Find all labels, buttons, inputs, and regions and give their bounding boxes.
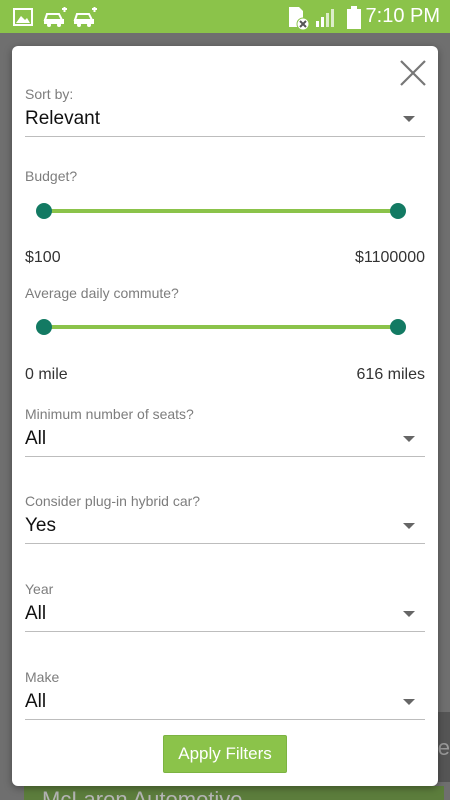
close-icon <box>400 60 426 86</box>
commute-min-value: 0 mile <box>25 366 68 383</box>
budget-slider-track <box>44 209 398 213</box>
status-bar: 7:10 PM <box>0 0 450 33</box>
seats-select[interactable]: All <box>25 425 425 457</box>
close-button[interactable] <box>398 58 428 88</box>
background-list-item-label: McLaren Automotive <box>42 787 243 800</box>
signal-icon <box>314 6 340 33</box>
chevron-down-icon <box>403 523 415 529</box>
car-icon <box>42 6 68 33</box>
commute-label: Average daily commute? <box>25 285 179 301</box>
seats-value: All <box>25 428 47 449</box>
budget-min-value: $100 <box>25 249 61 266</box>
status-time: 7:10 PM <box>365 5 440 27</box>
seats-label: Minimum number of seats? <box>25 406 194 422</box>
sort-by-select[interactable]: Relevant <box>25 105 425 137</box>
commute-slider[interactable] <box>36 316 406 338</box>
car-icon <box>72 6 98 33</box>
background-side-text: e <box>437 735 450 760</box>
plugin-hybrid-value: Yes <box>25 515 56 536</box>
make-label: Make <box>25 669 60 685</box>
commute-max-thumb[interactable] <box>390 319 406 335</box>
chevron-down-icon <box>403 611 415 617</box>
sim-error-icon <box>286 6 310 35</box>
plugin-hybrid-label: Consider plug-in hybrid car? <box>25 493 201 509</box>
commute-slider-track <box>44 325 398 329</box>
budget-max-value: $1100000 <box>355 249 425 266</box>
apply-filters-button[interactable]: Apply Filters <box>163 735 287 773</box>
filter-dialog: Sort by: Relevant Budget? $100 $1100000 … <box>12 46 438 786</box>
sort-by-value: Relevant <box>25 108 100 129</box>
budget-label: Budget? <box>25 168 78 184</box>
chevron-down-icon <box>403 436 415 442</box>
budget-slider[interactable] <box>36 200 406 222</box>
commute-max-value: 616 miles <box>356 366 425 383</box>
make-select[interactable]: All <box>25 688 425 720</box>
sort-by-label: Sort by: <box>25 86 74 102</box>
plugin-hybrid-select[interactable]: Yes <box>25 512 425 544</box>
year-select[interactable]: All <box>25 600 425 632</box>
commute-min-thumb[interactable] <box>36 319 52 335</box>
budget-max-thumb[interactable] <box>390 203 406 219</box>
year-value: All <box>25 603 47 624</box>
make-value: All <box>25 691 47 712</box>
chevron-down-icon <box>403 699 415 705</box>
year-label: Year <box>25 581 54 597</box>
image-icon <box>12 6 34 33</box>
budget-min-thumb[interactable] <box>36 203 52 219</box>
battery-icon <box>346 6 362 35</box>
chevron-down-icon <box>403 116 415 122</box>
